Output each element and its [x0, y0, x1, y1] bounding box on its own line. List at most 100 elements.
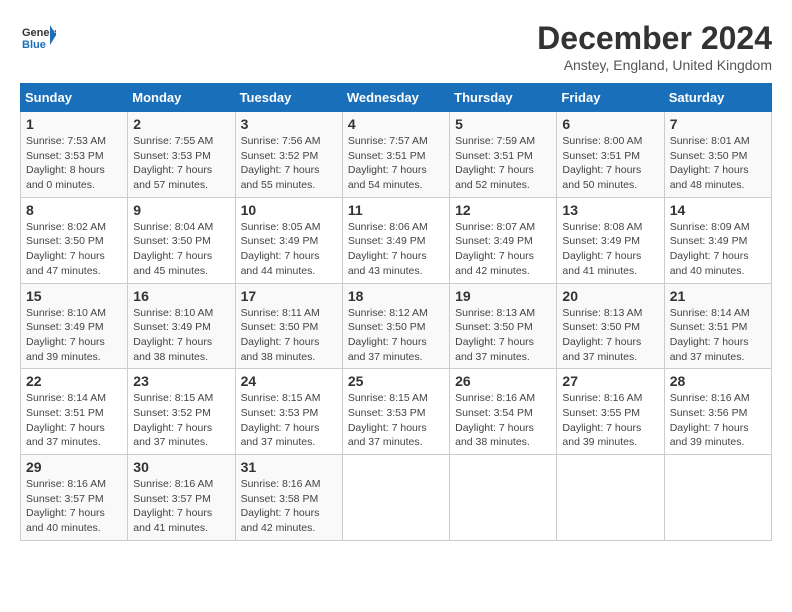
- day-info: Sunrise: 8:10 AMSunset: 3:49 PMDaylight:…: [26, 306, 122, 365]
- day-number: 11: [348, 202, 444, 218]
- calendar-cell: 22 Sunrise: 8:14 AMSunset: 3:51 PMDaylig…: [21, 369, 128, 455]
- calendar-cell: 30 Sunrise: 8:16 AMSunset: 3:57 PMDaylig…: [128, 455, 235, 541]
- calendar-cell: 13 Sunrise: 8:08 AMSunset: 3:49 PMDaylig…: [557, 197, 664, 283]
- day-info: Sunrise: 8:15 AMSunset: 3:53 PMDaylight:…: [348, 391, 444, 450]
- day-info: Sunrise: 7:56 AMSunset: 3:52 PMDaylight:…: [241, 134, 337, 193]
- calendar-cell: 28 Sunrise: 8:16 AMSunset: 3:56 PMDaylig…: [664, 369, 771, 455]
- calendar-cell: 2 Sunrise: 7:55 AMSunset: 3:53 PMDayligh…: [128, 112, 235, 198]
- day-info: Sunrise: 8:13 AMSunset: 3:50 PMDaylight:…: [562, 306, 658, 365]
- day-info: Sunrise: 8:15 AMSunset: 3:52 PMDaylight:…: [133, 391, 229, 450]
- calendar-cell: 27 Sunrise: 8:16 AMSunset: 3:55 PMDaylig…: [557, 369, 664, 455]
- day-info: Sunrise: 8:16 AMSunset: 3:55 PMDaylight:…: [562, 391, 658, 450]
- calendar-cell: 26 Sunrise: 8:16 AMSunset: 3:54 PMDaylig…: [450, 369, 557, 455]
- day-number: 25: [348, 373, 444, 389]
- day-info: Sunrise: 8:06 AMSunset: 3:49 PMDaylight:…: [348, 220, 444, 279]
- day-number: 31: [241, 459, 337, 475]
- day-number: 19: [455, 288, 551, 304]
- day-info: Sunrise: 8:16 AMSunset: 3:56 PMDaylight:…: [670, 391, 766, 450]
- day-number: 5: [455, 116, 551, 132]
- calendar-cell: 11 Sunrise: 8:06 AMSunset: 3:49 PMDaylig…: [342, 197, 449, 283]
- day-number: 6: [562, 116, 658, 132]
- day-number: 2: [133, 116, 229, 132]
- day-info: Sunrise: 7:57 AMSunset: 3:51 PMDaylight:…: [348, 134, 444, 193]
- day-number: 21: [670, 288, 766, 304]
- day-number: 14: [670, 202, 766, 218]
- weekday-header-friday: Friday: [557, 84, 664, 112]
- day-info: Sunrise: 8:16 AMSunset: 3:54 PMDaylight:…: [455, 391, 551, 450]
- weekday-header-thursday: Thursday: [450, 84, 557, 112]
- day-info: Sunrise: 8:04 AMSunset: 3:50 PMDaylight:…: [133, 220, 229, 279]
- day-info: Sunrise: 8:15 AMSunset: 3:53 PMDaylight:…: [241, 391, 337, 450]
- calendar-cell: 31 Sunrise: 8:16 AMSunset: 3:58 PMDaylig…: [235, 455, 342, 541]
- day-info: Sunrise: 8:13 AMSunset: 3:50 PMDaylight:…: [455, 306, 551, 365]
- day-number: 27: [562, 373, 658, 389]
- calendar-cell: 12 Sunrise: 8:07 AMSunset: 3:49 PMDaylig…: [450, 197, 557, 283]
- title-block: December 2024 Anstey, England, United Ki…: [537, 20, 772, 73]
- weekday-header-monday: Monday: [128, 84, 235, 112]
- day-info: Sunrise: 8:00 AMSunset: 3:51 PMDaylight:…: [562, 134, 658, 193]
- day-info: Sunrise: 8:05 AMSunset: 3:49 PMDaylight:…: [241, 220, 337, 279]
- calendar-cell: 18 Sunrise: 8:12 AMSunset: 3:50 PMDaylig…: [342, 283, 449, 369]
- day-number: 30: [133, 459, 229, 475]
- day-number: 9: [133, 202, 229, 218]
- day-info: Sunrise: 8:16 AMSunset: 3:57 PMDaylight:…: [133, 477, 229, 536]
- day-number: 13: [562, 202, 658, 218]
- day-info: Sunrise: 8:11 AMSunset: 3:50 PMDaylight:…: [241, 306, 337, 365]
- day-number: 15: [26, 288, 122, 304]
- calendar-cell: 23 Sunrise: 8:15 AMSunset: 3:52 PMDaylig…: [128, 369, 235, 455]
- weekday-header-saturday: Saturday: [664, 84, 771, 112]
- weekday-header-row: SundayMondayTuesdayWednesdayThursdayFrid…: [21, 84, 772, 112]
- day-info: Sunrise: 8:16 AMSunset: 3:57 PMDaylight:…: [26, 477, 122, 536]
- calendar-cell: 19 Sunrise: 8:13 AMSunset: 3:50 PMDaylig…: [450, 283, 557, 369]
- day-info: Sunrise: 7:53 AMSunset: 3:53 PMDaylight:…: [26, 134, 122, 193]
- day-info: Sunrise: 7:59 AMSunset: 3:51 PMDaylight:…: [455, 134, 551, 193]
- day-info: Sunrise: 8:08 AMSunset: 3:49 PMDaylight:…: [562, 220, 658, 279]
- calendar-body: 1 Sunrise: 7:53 AMSunset: 3:53 PMDayligh…: [21, 112, 772, 541]
- calendar-cell: 7 Sunrise: 8:01 AMSunset: 3:50 PMDayligh…: [664, 112, 771, 198]
- calendar-cell: 17 Sunrise: 8:11 AMSunset: 3:50 PMDaylig…: [235, 283, 342, 369]
- day-info: Sunrise: 8:07 AMSunset: 3:49 PMDaylight:…: [455, 220, 551, 279]
- day-number: 20: [562, 288, 658, 304]
- day-info: Sunrise: 8:01 AMSunset: 3:50 PMDaylight:…: [670, 134, 766, 193]
- day-number: 12: [455, 202, 551, 218]
- day-info: Sunrise: 8:14 AMSunset: 3:51 PMDaylight:…: [670, 306, 766, 365]
- calendar-cell: 1 Sunrise: 7:53 AMSunset: 3:53 PMDayligh…: [21, 112, 128, 198]
- calendar-week-3: 15 Sunrise: 8:10 AMSunset: 3:49 PMDaylig…: [21, 283, 772, 369]
- calendar-cell: [557, 455, 664, 541]
- day-info: Sunrise: 8:14 AMSunset: 3:51 PMDaylight:…: [26, 391, 122, 450]
- day-number: 28: [670, 373, 766, 389]
- calendar-table: SundayMondayTuesdayWednesdayThursdayFrid…: [20, 83, 772, 541]
- day-number: 16: [133, 288, 229, 304]
- day-number: 23: [133, 373, 229, 389]
- day-number: 24: [241, 373, 337, 389]
- logo: General Blue: [20, 20, 56, 56]
- calendar-cell: 15 Sunrise: 8:10 AMSunset: 3:49 PMDaylig…: [21, 283, 128, 369]
- weekday-header-sunday: Sunday: [21, 84, 128, 112]
- calendar-cell: 29 Sunrise: 8:16 AMSunset: 3:57 PMDaylig…: [21, 455, 128, 541]
- day-number: 10: [241, 202, 337, 218]
- calendar-cell: 21 Sunrise: 8:14 AMSunset: 3:51 PMDaylig…: [664, 283, 771, 369]
- calendar-cell: 10 Sunrise: 8:05 AMSunset: 3:49 PMDaylig…: [235, 197, 342, 283]
- day-number: 4: [348, 116, 444, 132]
- page-header: General Blue December 2024 Anstey, Engla…: [20, 20, 772, 73]
- calendar-cell: 20 Sunrise: 8:13 AMSunset: 3:50 PMDaylig…: [557, 283, 664, 369]
- calendar-cell: 3 Sunrise: 7:56 AMSunset: 3:52 PMDayligh…: [235, 112, 342, 198]
- calendar-week-2: 8 Sunrise: 8:02 AMSunset: 3:50 PMDayligh…: [21, 197, 772, 283]
- day-info: Sunrise: 8:10 AMSunset: 3:49 PMDaylight:…: [133, 306, 229, 365]
- day-number: 22: [26, 373, 122, 389]
- day-number: 18: [348, 288, 444, 304]
- calendar-cell: [664, 455, 771, 541]
- calendar-cell: 6 Sunrise: 8:00 AMSunset: 3:51 PMDayligh…: [557, 112, 664, 198]
- day-number: 29: [26, 459, 122, 475]
- calendar-cell: 8 Sunrise: 8:02 AMSunset: 3:50 PMDayligh…: [21, 197, 128, 283]
- day-number: 8: [26, 202, 122, 218]
- weekday-header-wednesday: Wednesday: [342, 84, 449, 112]
- calendar-cell: 9 Sunrise: 8:04 AMSunset: 3:50 PMDayligh…: [128, 197, 235, 283]
- day-info: Sunrise: 8:12 AMSunset: 3:50 PMDaylight:…: [348, 306, 444, 365]
- calendar-cell: 24 Sunrise: 8:15 AMSunset: 3:53 PMDaylig…: [235, 369, 342, 455]
- calendar-cell: [342, 455, 449, 541]
- day-info: Sunrise: 7:55 AMSunset: 3:53 PMDaylight:…: [133, 134, 229, 193]
- day-number: 17: [241, 288, 337, 304]
- calendar-week-5: 29 Sunrise: 8:16 AMSunset: 3:57 PMDaylig…: [21, 455, 772, 541]
- calendar-week-1: 1 Sunrise: 7:53 AMSunset: 3:53 PMDayligh…: [21, 112, 772, 198]
